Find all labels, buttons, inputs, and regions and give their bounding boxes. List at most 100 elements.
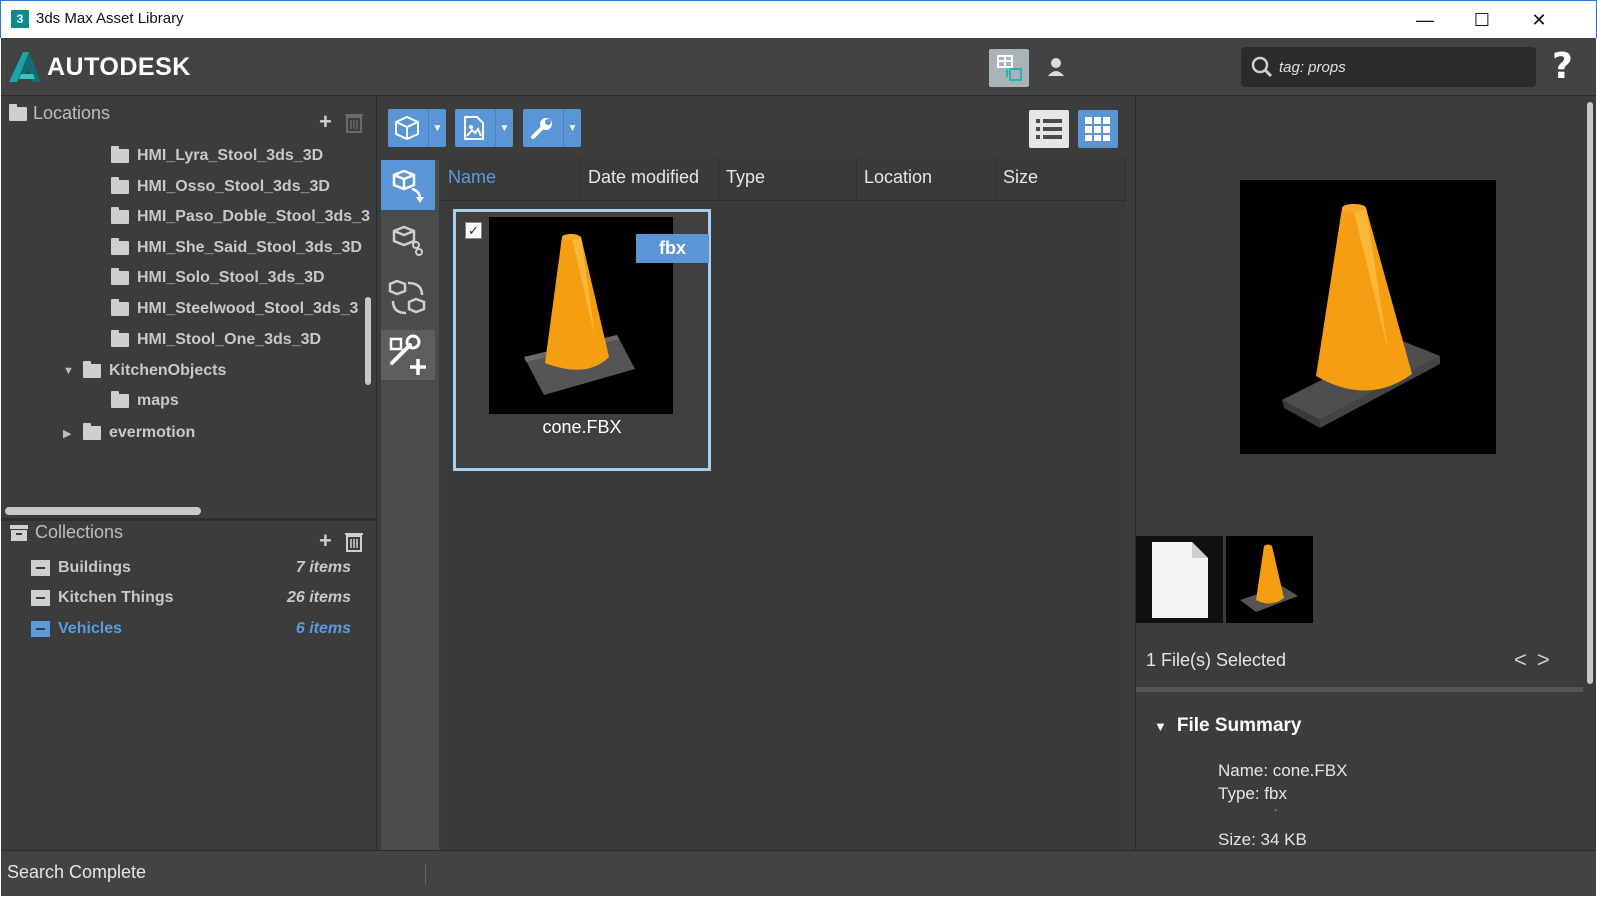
- collection-count: 26 items: [286, 589, 351, 606]
- help-button[interactable]: ?: [1552, 46, 1573, 87]
- status-bar: Search Complete: [1, 850, 1596, 896]
- maximize-button[interactable]: ☐: [1453, 1, 1511, 39]
- collection-box-icon: [31, 590, 50, 606]
- tree-item[interactable]: HMI_Paso_Doble_Stool_3ds_3: [111, 207, 370, 226]
- column-date-modified[interactable]: Date modified: [581, 157, 719, 201]
- xref-asset-button[interactable]: [381, 216, 435, 266]
- collection-count: 6 items: [295, 620, 351, 637]
- chevron-down-icon[interactable]: ▼: [563, 109, 581, 147]
- preview-pager: < >: [1514, 647, 1550, 673]
- tree-item-kitchenobjects[interactable]: ▼ KitchenObjects: [63, 361, 226, 380]
- folder-icon: [111, 177, 129, 194]
- import-asset-button[interactable]: [381, 160, 435, 210]
- model-filter-button[interactable]: ▼: [388, 109, 446, 147]
- left-panel: Locations + HMI_Lyra_Stool_3ds_3D HMI_Os…: [1, 97, 377, 850]
- file-summary-header[interactable]: ▼ File Summary: [1154, 715, 1301, 737]
- locations-header: Locations: [9, 103, 110, 124]
- collection-icon: [10, 524, 28, 541]
- tree-item-label: evermotion: [109, 424, 196, 441]
- image-file-icon[interactable]: [455, 109, 493, 147]
- chevron-right-icon[interactable]: >: [1537, 647, 1550, 673]
- tree-item-evermotion[interactable]: ▶ evermotion: [63, 423, 196, 442]
- user-button[interactable]: [1036, 49, 1076, 87]
- tree-item[interactable]: HMI_Stool_One_3ds_3D: [111, 330, 321, 349]
- search-input[interactable]: [1279, 47, 1529, 87]
- cube-icon[interactable]: [388, 109, 426, 147]
- grid-view-icon: [1085, 117, 1110, 141]
- cone-mini-thumbnail[interactable]: [1226, 536, 1313, 623]
- tree-item[interactable]: maps: [111, 391, 179, 410]
- collection-name: Kitchen Things: [58, 589, 174, 606]
- minimize-button[interactable]: —: [1396, 1, 1454, 39]
- action-sidebar: [381, 160, 439, 850]
- add-location-button[interactable]: +: [319, 109, 332, 135]
- asset-select-checkbox[interactable]: ✓: [465, 222, 482, 239]
- delete-collection-icon[interactable]: [344, 530, 364, 552]
- collection-name: Vehicles: [58, 620, 123, 637]
- column-header: Name Date modified Type Location Size: [441, 157, 1126, 201]
- details-scrollbar[interactable]: [1587, 102, 1593, 684]
- chevron-down-icon[interactable]: ▼: [63, 365, 75, 377]
- delete-location-icon[interactable]: [344, 111, 364, 133]
- folder-icon: [111, 299, 129, 316]
- layout-icon: [997, 55, 1022, 81]
- grid-view-button[interactable]: [1078, 110, 1118, 148]
- chevron-down-icon[interactable]: ▼: [428, 109, 446, 147]
- replace-cubes-icon: [388, 279, 426, 315]
- tree-item[interactable]: HMI_Solo_Stool_3ds_3D: [111, 268, 325, 287]
- tree-item[interactable]: HMI_Osso_Stool_3ds_3D: [111, 177, 330, 196]
- locations-title: Locations: [33, 103, 111, 123]
- panel-splitter[interactable]: [1, 518, 377, 521]
- wrench-icon[interactable]: [523, 109, 561, 147]
- list-view-button[interactable]: [1029, 110, 1069, 148]
- add-tools-button[interactable]: [381, 330, 435, 380]
- folder-icon: [83, 423, 101, 440]
- locations-vertical-scrollbar[interactable]: [365, 297, 371, 385]
- replace-asset-button[interactable]: [381, 272, 435, 322]
- tools-add-icon: [389, 334, 426, 375]
- asset-browser: ▼ ▼ ▼ Name Date modified Type Location S…: [378, 97, 1134, 850]
- chevron-left-icon[interactable]: <: [1514, 647, 1527, 673]
- column-location[interactable]: Location: [857, 157, 996, 201]
- collection-item-kitchen-things[interactable]: Kitchen Things 26 items: [31, 589, 351, 607]
- add-collection-button[interactable]: +: [319, 528, 332, 554]
- close-button[interactable]: ✕: [1510, 1, 1568, 39]
- tree-item-label: HMI_Lyra_Stool_3ds_3D: [137, 147, 324, 164]
- details-divider[interactable]: [1136, 687, 1583, 692]
- collection-item-buildings[interactable]: Buildings 7 items: [31, 559, 351, 577]
- window-titlebar: 3 3ds Max Asset Library — ☐ ✕: [0, 0, 1597, 38]
- chevron-right-icon[interactable]: ▶: [63, 427, 75, 440]
- folder-open-icon: [83, 361, 101, 378]
- search-box[interactable]: [1241, 47, 1536, 87]
- tree-item[interactable]: HMI_Lyra_Stool_3ds_3D: [111, 146, 324, 165]
- collection-item-vehicles[interactable]: Vehicles 6 items: [31, 620, 351, 638]
- document-thumbnail[interactable]: [1136, 536, 1223, 623]
- asset-filename: cone.FBX: [542, 417, 622, 437]
- tree-item-label: HMI_Solo_Stool_3ds_3D: [137, 269, 325, 286]
- column-type[interactable]: Type: [719, 157, 857, 201]
- cone-mini-icon: [1240, 544, 1298, 612]
- list-view-icon: [1036, 119, 1062, 139]
- folder-icon: [111, 238, 129, 255]
- layout-toggle-button[interactable]: [989, 49, 1029, 87]
- tree-item[interactable]: HMI_She_Said_Stool_3ds_3D: [111, 238, 362, 257]
- asset-preview: [1240, 180, 1496, 454]
- file-type-badge: fbx: [636, 234, 709, 263]
- chevron-down-icon[interactable]: ▼: [495, 109, 513, 147]
- tools-button[interactable]: ▼: [523, 109, 581, 147]
- summary-separator: -: [1274, 805, 1278, 816]
- summary-size: Size: 34 KB: [1218, 830, 1307, 849]
- image-filter-button[interactable]: ▼: [455, 109, 513, 147]
- collections-header: Collections: [9, 522, 123, 543]
- column-name[interactable]: Name: [441, 157, 581, 201]
- tree-item-label: maps: [137, 392, 179, 409]
- summary-type: Type: fbx: [1218, 784, 1287, 803]
- asset-tile[interactable]: ✓ fbx cone.FBX: [453, 209, 711, 471]
- collections-tools: +: [319, 528, 364, 554]
- chevron-down-icon[interactable]: ▼: [1154, 719, 1167, 734]
- column-size[interactable]: Size: [996, 157, 1126, 201]
- autodesk-logo: AUTODESK: [9, 52, 191, 82]
- folder-icon: [111, 268, 129, 285]
- locations-horizontal-scrollbar[interactable]: [5, 507, 201, 515]
- tree-item[interactable]: HMI_Steelwood_Stool_3ds_3: [111, 299, 358, 318]
